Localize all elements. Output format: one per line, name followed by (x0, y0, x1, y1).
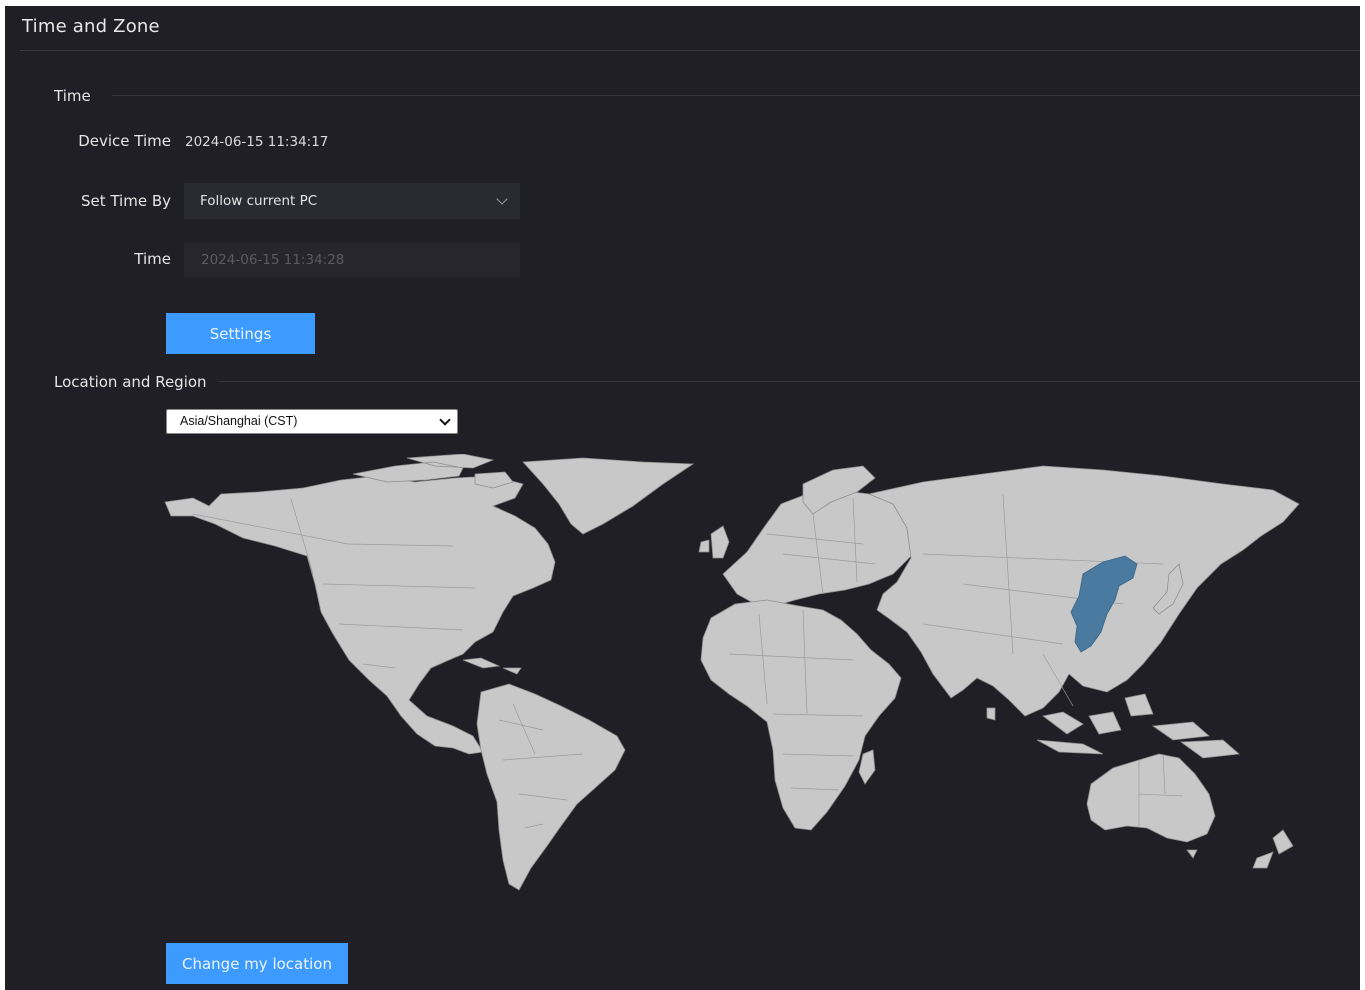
set-time-by-value: Follow current PC (200, 193, 318, 209)
timezone-value: Asia/Shanghai (CST) (180, 414, 298, 428)
new-guinea (1179, 739, 1240, 759)
time-input[interactable] (184, 242, 520, 278)
greenland (522, 457, 695, 535)
settings-button[interactable]: Settings (166, 313, 315, 354)
location-section-divider (218, 381, 1360, 382)
set-time-by-label: Set Time By (80, 192, 171, 210)
time-and-zone-panel: Time and Zone Time Device Time 2024-06-1… (5, 6, 1360, 990)
sri-lanka (986, 707, 996, 721)
set-time-by-dropdown[interactable]: Follow current PC (184, 183, 520, 219)
chevron-down-icon (439, 414, 451, 426)
caribbean-islands (462, 657, 522, 675)
chevron-down-icon (496, 193, 508, 205)
world-map[interactable] (163, 454, 1303, 894)
southeast-asia-islands (1036, 693, 1210, 755)
location-section-heading: Location and Region (54, 373, 207, 391)
device-time-value: 2024-06-15 11:34:17 (185, 134, 329, 150)
device-time-label: Device Time (78, 132, 171, 150)
time-label: Time (134, 250, 171, 268)
time-section-divider (112, 95, 1360, 96)
africa-landmass (700, 599, 902, 831)
south-america-landmass (476, 683, 626, 891)
madagascar (858, 749, 876, 785)
new-zealand (1252, 829, 1294, 869)
change-location-button[interactable]: Change my location (166, 943, 348, 984)
title-divider (20, 50, 1360, 51)
timezone-select[interactable]: Asia/Shanghai (CST) (166, 409, 458, 434)
page-title: Time and Zone (22, 16, 160, 37)
uk-ireland (698, 525, 730, 559)
tasmania (1186, 849, 1198, 859)
time-section-heading: Time (54, 87, 91, 105)
australia-landmass (1086, 753, 1216, 843)
